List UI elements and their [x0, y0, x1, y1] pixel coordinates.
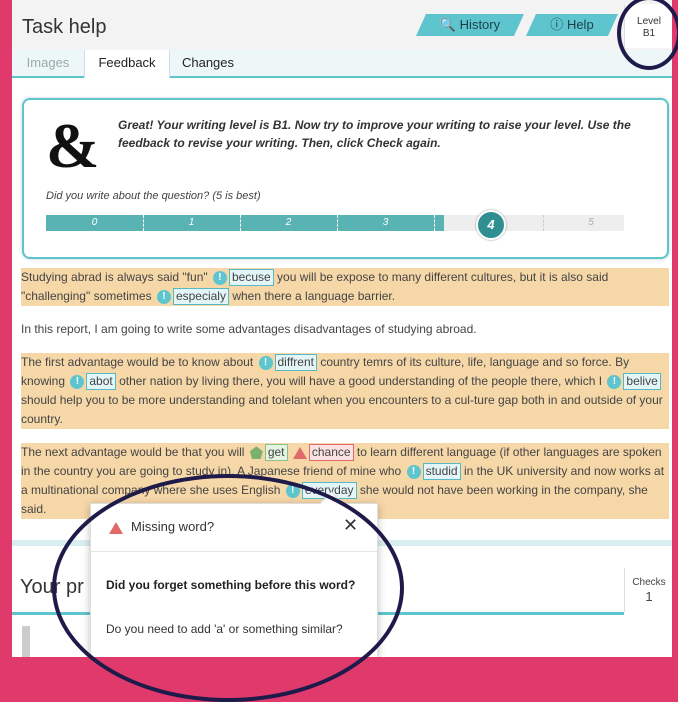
scale-divider — [543, 215, 544, 231]
level-highlight-circle — [617, 0, 678, 70]
scale-tick-1: 1 — [188, 217, 195, 228]
essay-paragraph: In this report, I am going to write some… — [21, 322, 477, 336]
essay-text: Studying abrad is always said "fun" ! bec… — [21, 268, 669, 533]
essay-text-run: when there a language barrier. — [232, 289, 396, 303]
checks-value: 1 — [645, 589, 653, 604]
progress-chart-bar — [22, 626, 30, 657]
tab-images[interactable]: Images — [12, 50, 84, 76]
essay-text-run: Studying abrad is always said "fun" — [21, 270, 208, 284]
scale-tick-3: 3 — [382, 217, 389, 228]
scale-divider — [337, 215, 338, 231]
info-icon[interactable]: ! — [156, 289, 171, 304]
scale-tick-2: 2 — [285, 217, 292, 228]
score-knob: 4 — [476, 210, 506, 240]
header: Task help 🔍 History ⓘ Help Level B1 — [12, 0, 672, 50]
feedback-word[interactable]: get — [264, 444, 288, 461]
search-icon: 🔍 — [439, 17, 457, 32]
popup-highlight-circle — [52, 474, 404, 702]
essay-text-run: other nation by living there, you will h… — [119, 374, 603, 388]
score-scale: 0 1 2 3 5 — [46, 215, 624, 231]
help-button[interactable]: ⓘ Help — [526, 14, 618, 36]
ampersand-logo-icon: & — [46, 110, 100, 181]
scale-question: Did you write about the question? (5 is … — [46, 190, 261, 202]
scale-divider — [240, 215, 241, 231]
feedback-card: & Great! Your writing level is B1. Now t… — [22, 98, 669, 259]
essay-text-run: The first advantage would be to know abo… — [21, 355, 254, 369]
feedback-word[interactable]: diffrent — [274, 354, 317, 371]
feedback-word[interactable]: abot — [86, 373, 116, 390]
tab-feedback[interactable]: Feedback — [84, 50, 170, 78]
page-title: Task help — [22, 16, 107, 38]
scale-tick-0: 0 — [91, 217, 98, 228]
scale-divider — [434, 215, 435, 231]
essay-text-run: The next advantage would be that you wil… — [21, 445, 245, 459]
essay-paragraph: The first advantage would be to know abo… — [21, 353, 669, 429]
info-icon[interactable]: ! — [212, 270, 227, 285]
checks-counter: Checks 1 — [624, 568, 672, 612]
essay-text-run: should help you to be more understanding… — [21, 393, 663, 426]
scale-divider — [143, 215, 144, 231]
feedback-word[interactable]: studid — [422, 463, 461, 480]
tab-bar: Images Feedback Changes — [12, 50, 672, 78]
feedback-word[interactable]: belive — [623, 373, 661, 390]
info-icon[interactable]: ! — [607, 374, 622, 389]
tab-changes[interactable]: Changes — [168, 50, 248, 76]
warning-icon[interactable] — [292, 446, 307, 459]
checks-label: Checks — [632, 577, 666, 588]
feedback-word[interactable]: becuse — [228, 269, 274, 286]
feedback-message: Great! Your writing level is B1. Now try… — [118, 118, 631, 150]
essay-paragraph: Studying abrad is always said "fun" ! bec… — [21, 268, 669, 306]
info-icon[interactable]: ! — [258, 355, 273, 370]
info-icon[interactable]: ! — [406, 464, 421, 479]
feedback-word[interactable]: especialy — [172, 288, 229, 305]
scale-tick-5: 5 — [588, 217, 594, 228]
history-button[interactable]: 🔍 History — [416, 14, 524, 36]
pentagon-icon[interactable] — [249, 446, 263, 460]
help-label: Help — [566, 17, 594, 32]
feedback-word-selected[interactable]: chance — [308, 444, 354, 461]
question-icon: ⓘ — [550, 17, 564, 32]
info-icon[interactable]: ! — [70, 374, 85, 389]
history-label: History — [459, 17, 501, 32]
